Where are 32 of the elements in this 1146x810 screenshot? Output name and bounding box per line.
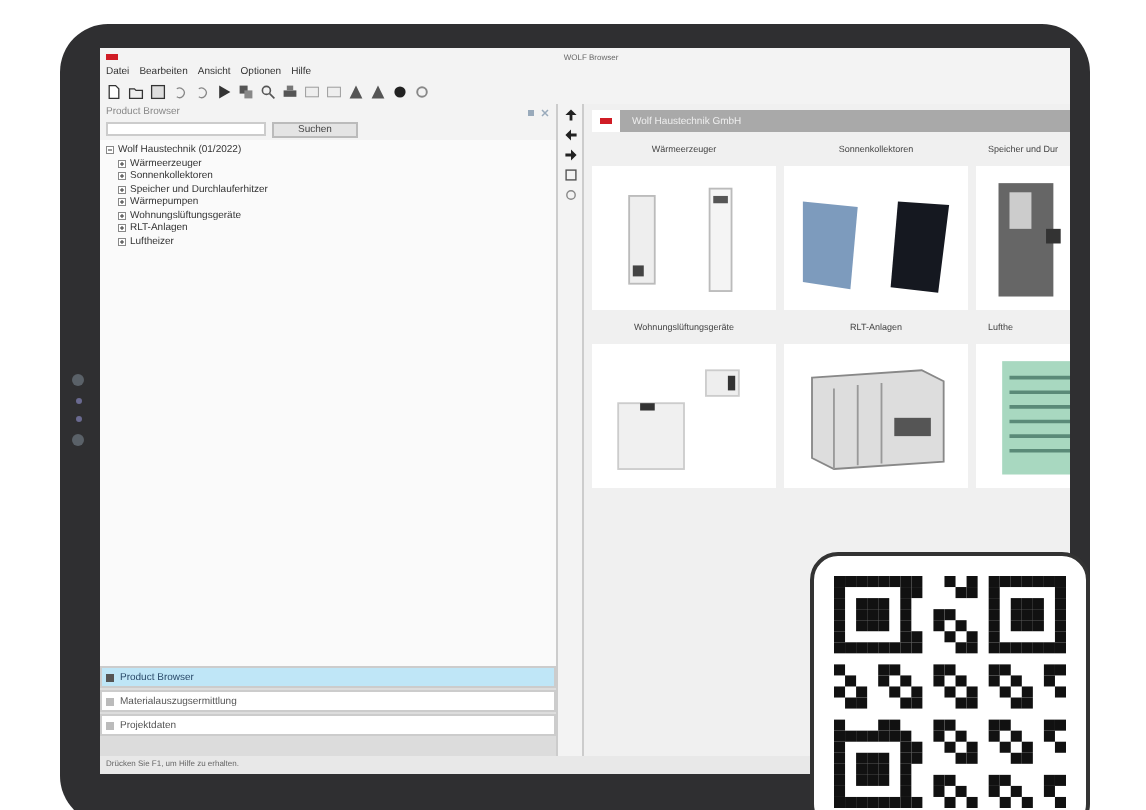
up-arrow-icon[interactable] [563, 108, 577, 122]
search-field[interactable] [106, 122, 266, 136]
open-folder-icon[interactable] [128, 84, 144, 100]
frame-icon[interactable] [563, 168, 577, 182]
sensor-icon [75, 398, 81, 404]
expand-icon[interactable] [118, 185, 126, 194]
camera-icon [72, 374, 84, 386]
play-icon[interactable] [216, 84, 232, 100]
printer-icon[interactable] [282, 84, 298, 100]
camera-icon [72, 434, 84, 446]
left-arrow-icon[interactable] [563, 128, 577, 142]
tab-icon [106, 673, 114, 681]
expand-icon[interactable] [118, 237, 126, 246]
undo-icon[interactable] [172, 84, 188, 100]
expand-icon[interactable] [118, 224, 126, 233]
redo-icon[interactable] [194, 84, 210, 100]
right-arrow-icon[interactable] [563, 148, 577, 162]
new-file-icon[interactable] [106, 84, 122, 100]
expand-icon[interactable] [118, 172, 126, 181]
tab-icon [106, 721, 114, 729]
expand-icon[interactable] [118, 211, 126, 220]
expand-icon[interactable] [118, 159, 126, 168]
circle-icon[interactable] [392, 84, 408, 100]
save-icon[interactable] [150, 84, 166, 100]
brand-logo-icon [592, 110, 620, 132]
copy-icon[interactable] [238, 84, 254, 100]
collapse-icon[interactable] [106, 146, 114, 155]
expand-icon[interactable] [118, 198, 126, 207]
sensor-icon [75, 416, 81, 422]
app-logo-icon [106, 53, 118, 59]
tab-icon [106, 697, 114, 705]
search-icon[interactable] [260, 84, 276, 100]
